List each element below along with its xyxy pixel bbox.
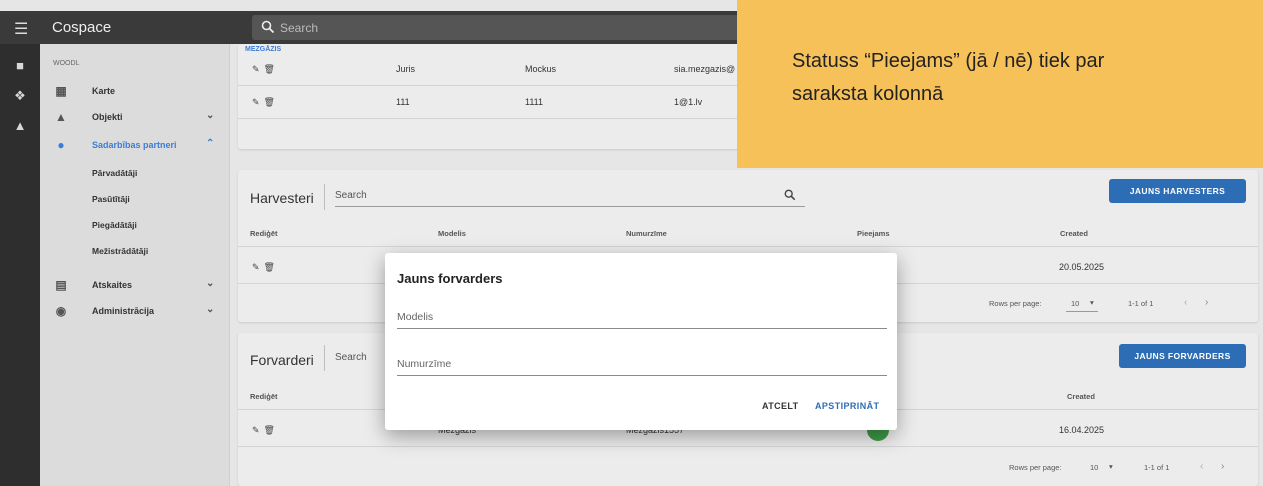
new-forwarder-dialog: Jauns forvarders ATCELT APSTIPRINĀT <box>385 253 897 430</box>
app-window: ☰ Cospace ■ ❖ ▲ WOODL ▦ Karte ▲ Objekti … <box>0 0 1263 486</box>
column-header: Modelis <box>438 229 466 238</box>
edit-delete-icons[interactable]: ✎🗑 <box>252 97 279 108</box>
forvarderi-search-input[interactable]: Search <box>335 352 367 363</box>
chevron-right-icon[interactable]: › <box>1205 297 1208 308</box>
edit-delete-icons[interactable]: ✎🗑 <box>252 64 279 75</box>
table-cell: 1@1.lv <box>674 97 703 107</box>
divider <box>324 184 325 210</box>
column-header: Pieejams <box>857 229 890 238</box>
sidebar-subitem-pasutitaji[interactable]: Pasūtītāji <box>92 194 130 204</box>
divider <box>324 345 325 371</box>
sidebar-subitem-mezistradataji[interactable]: Mežistrādātāji <box>92 246 148 256</box>
chevron-down-icon: ⌄ <box>206 304 215 315</box>
partners-icon: ● <box>57 138 65 152</box>
account-icon: ◉ <box>55 304 67 318</box>
section-title: Harvesteri <box>250 190 314 206</box>
sidebar-item-label: Objekti <box>92 112 123 122</box>
callout-text: Statuss “Pieejams” (jā / nē) tiek par sa… <box>792 45 1263 111</box>
table-cell: sia.mezgazis@ <box>674 64 736 74</box>
chevron-up-icon: ⌃ <box>206 138 215 149</box>
edit-delete-icons[interactable]: ✎🗑 <box>252 425 279 436</box>
chevron-right-icon[interactable]: › <box>1221 461 1224 472</box>
tree-structure-icon[interactable]: ❖ <box>12 88 28 104</box>
report-icon: ▤ <box>55 278 67 292</box>
rows-per-page-label: Rows per page: <box>1009 463 1062 472</box>
model-field[interactable] <box>397 305 887 331</box>
table-cell: 20.05.2025 <box>1059 262 1105 272</box>
harvesteri-search-input[interactable]: Search <box>335 190 367 201</box>
sidebar-subitem-piegadataji[interactable]: Piegādātāji <box>92 220 137 230</box>
org-label: WOODL <box>53 60 80 67</box>
sidebar: WOODL ▦ Karte ▲ Objekti ⌄ ● Sadarbības p… <box>40 44 230 486</box>
chevron-down-icon: ⌄ <box>206 278 215 289</box>
icon-rail: ■ ❖ ▲ <box>0 44 40 486</box>
map-icon: ▦ <box>55 84 67 98</box>
rows-per-page-select[interactable]: 10 <box>1090 463 1098 472</box>
number-plate-field[interactable] <box>397 352 887 378</box>
sidebar-item-objekti[interactable]: ▲ Objekti ⌄ <box>40 104 230 130</box>
callout-line: Statuss “Pieejams” (jā / nē) tiek par <box>792 50 1105 72</box>
column-header: Rediģēt <box>250 392 278 401</box>
dialog-title: Jauns forvarders <box>397 271 503 286</box>
tree-icon: ▲ <box>55 110 67 124</box>
row-divider <box>238 446 1258 447</box>
table-cell: 16.04.2025 <box>1059 425 1105 435</box>
hamburger-menu-icon[interactable]: ☰ <box>14 19 28 39</box>
tree-icon[interactable]: ▲ <box>12 118 28 134</box>
new-harvester-button[interactable]: JAUNS HARVESTERS <box>1109 179 1246 203</box>
row-divider <box>238 246 1258 247</box>
column-header: Created <box>1067 392 1095 401</box>
sidebar-item-partneri[interactable]: ● Sadarbības partneri ⌃ <box>40 132 230 158</box>
table-cell: 1111 <box>525 97 544 107</box>
sidebar-item-label: Administrācija <box>92 306 155 316</box>
caret-down-icon[interactable]: ▾ <box>1090 298 1094 307</box>
edit-delete-icons[interactable]: ✎🗑 <box>252 262 279 273</box>
chevron-down-icon: ⌄ <box>206 110 215 121</box>
search-icon[interactable] <box>784 189 796 201</box>
table-cell: Mockus <box>525 64 557 74</box>
sidebar-item-atskaites[interactable]: ▤ Atskaites ⌄ <box>40 272 230 298</box>
page-range: 1-1 of 1 <box>1128 299 1154 308</box>
rows-per-page-select[interactable]: 10 <box>1071 299 1079 308</box>
group-label: MEZGĀZIS <box>245 46 282 53</box>
column-header: Rediģēt <box>250 229 278 238</box>
chevron-left-icon[interactable]: ‹ <box>1200 461 1203 472</box>
confirm-button[interactable]: APSTIPRINĀT <box>815 401 879 411</box>
column-header: Numurzīme <box>626 229 667 238</box>
folder-icon[interactable]: ■ <box>12 58 28 74</box>
rows-per-page-label: Rows per page: <box>989 299 1042 308</box>
sidebar-subitem-parvadataji[interactable]: Pārvadātāji <box>92 168 137 178</box>
callout-line: saraksta kolonnā <box>792 83 944 105</box>
sidebar-item-label: Atskaites <box>92 280 133 290</box>
search-input[interactable] <box>280 18 720 37</box>
app-title: Cospace <box>52 19 112 36</box>
sidebar-item-label: Sadarbības partneri <box>92 140 177 150</box>
chevron-left-icon[interactable]: ‹ <box>1184 297 1187 308</box>
table-cell: Juris <box>396 64 416 74</box>
model-input[interactable] <box>397 305 887 329</box>
sidebar-item-label: Karte <box>92 86 116 96</box>
sidebar-item-karte[interactable]: ▦ Karte <box>40 78 230 104</box>
caret-down-icon[interactable]: ▾ <box>1109 462 1113 471</box>
cancel-button[interactable]: ATCELT <box>762 401 799 411</box>
new-forwarder-button[interactable]: JAUNS FORVARDERS <box>1119 344 1246 368</box>
search-icon <box>261 20 275 34</box>
table-cell: 111 <box>396 97 410 107</box>
global-search[interactable] <box>252 15 742 40</box>
annotation-callout: Statuss “Pieejams” (jā / nē) tiek par sa… <box>737 0 1263 168</box>
number-plate-input[interactable] <box>397 352 887 376</box>
search-underline <box>335 206 805 207</box>
section-title: Forvarderi <box>250 352 314 368</box>
column-header: Created <box>1060 229 1088 238</box>
sidebar-item-administracija[interactable]: ◉ Administrācija ⌄ <box>40 298 230 324</box>
page-range: 1-1 of 1 <box>1144 463 1170 472</box>
select-underline <box>1066 311 1098 312</box>
